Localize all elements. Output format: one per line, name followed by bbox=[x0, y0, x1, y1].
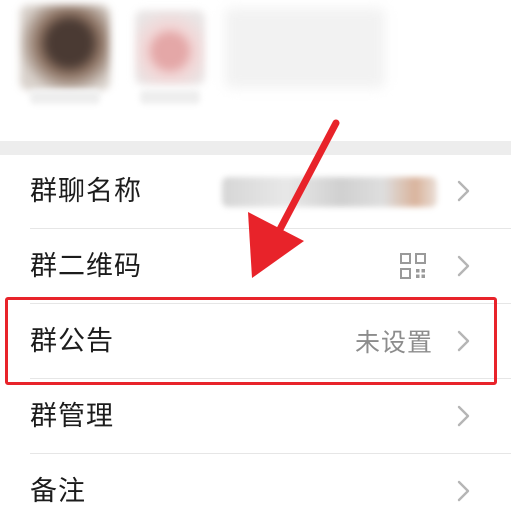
row-group-management[interactable]: 群管理 bbox=[0, 380, 511, 454]
section-separator bbox=[0, 141, 511, 155]
row-label: 群二维码 bbox=[30, 251, 142, 282]
member-avatar[interactable] bbox=[20, 5, 110, 90]
row-divider bbox=[30, 228, 511, 229]
row-divider bbox=[30, 378, 511, 379]
blurred-member-name bbox=[30, 90, 100, 104]
member-avatar[interactable] bbox=[135, 10, 205, 85]
chevron-right-icon bbox=[457, 405, 470, 427]
member-avatars-area bbox=[0, 0, 511, 140]
row-label: 备注 bbox=[30, 476, 86, 507]
row-value: 未设置 bbox=[354, 328, 433, 357]
row-divider bbox=[30, 303, 511, 304]
row-label: 群公告 bbox=[30, 326, 114, 357]
row-label: 群聊名称 bbox=[30, 176, 142, 207]
row-remark[interactable]: 备注 bbox=[0, 455, 511, 529]
blurred-member-area bbox=[225, 8, 385, 88]
chevron-right-icon bbox=[457, 480, 470, 502]
row-group-qr[interactable]: 群二维码 bbox=[0, 230, 511, 304]
row-divider bbox=[30, 453, 511, 454]
row-group-announcement[interactable]: 群公告 未设置 bbox=[0, 305, 511, 379]
row-label: 群管理 bbox=[30, 401, 114, 432]
blurred-member-name bbox=[140, 90, 200, 104]
chevron-right-icon bbox=[457, 330, 470, 352]
qr-code-icon bbox=[400, 253, 426, 279]
chevron-right-icon bbox=[457, 255, 470, 277]
row-group-name[interactable]: 群聊名称 bbox=[0, 155, 511, 229]
blurred-group-name-value bbox=[222, 177, 437, 207]
chevron-right-icon bbox=[457, 180, 470, 202]
